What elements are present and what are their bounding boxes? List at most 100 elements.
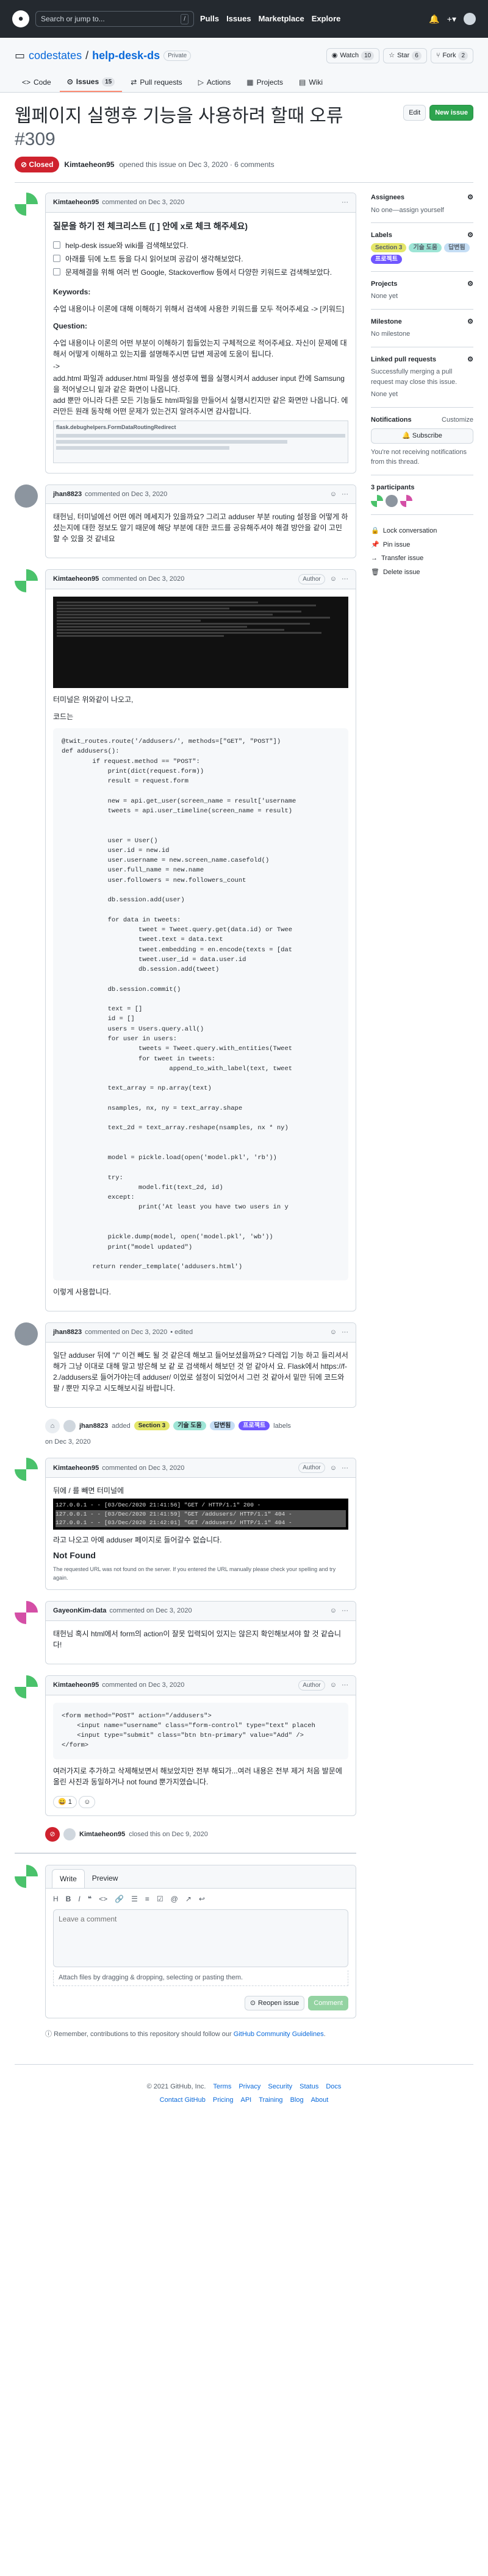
error-screenshot[interactable]: flask.debughelpers.FormDataRoutingRedire… bbox=[53, 420, 348, 463]
comment-textarea[interactable] bbox=[53, 1909, 348, 1968]
label-tech-help[interactable]: 기술 도움 bbox=[409, 243, 442, 252]
gear-icon[interactable]: ⚙ bbox=[467, 355, 473, 365]
avatar[interactable] bbox=[15, 1601, 38, 1625]
mention-icon[interactable]: @ bbox=[171, 1893, 178, 1904]
footer-link-pricing[interactable]: Pricing bbox=[213, 2095, 234, 2106]
label-section-3[interactable]: Section 3 bbox=[371, 243, 407, 252]
plus-icon[interactable]: +▾ bbox=[447, 13, 456, 26]
kebab-icon[interactable]: ··· bbox=[342, 1463, 348, 1474]
kebab-icon[interactable]: ··· bbox=[342, 197, 348, 208]
assignees-heading[interactable]: Assignees bbox=[371, 193, 404, 203]
edit-button[interactable]: Edit bbox=[403, 105, 426, 121]
attach-files[interactable]: Attach files by dragging & dropping, sel… bbox=[53, 1970, 348, 1986]
nav-issues[interactable]: Issues bbox=[226, 13, 251, 25]
gear-icon[interactable]: ⚙ bbox=[467, 230, 473, 241]
footer-link-security[interactable]: Security bbox=[268, 2082, 292, 2092]
reply-icon[interactable]: ↩ bbox=[199, 1893, 205, 1904]
subscribe-button[interactable]: 🔔 Subscribe bbox=[371, 428, 473, 444]
reaction-button[interactable]: 😄 1 bbox=[53, 1795, 77, 1809]
comment-button[interactable]: Comment bbox=[308, 1995, 348, 2011]
tab-code[interactable]: <> Code bbox=[15, 73, 59, 92]
footer-link-docs[interactable]: Docs bbox=[326, 2082, 341, 2092]
pin-issue-button[interactable]: 📌 Pin issue bbox=[371, 540, 473, 550]
comment-date[interactable]: commented on Dec 3, 2020 bbox=[102, 1680, 184, 1691]
checkbox[interactable] bbox=[53, 254, 60, 262]
footer-link-status[interactable]: Status bbox=[300, 2082, 318, 2092]
tab-projects[interactable]: ▦ Projects bbox=[239, 73, 290, 92]
comment-date[interactable]: commented on Dec 3, 2020 bbox=[85, 1327, 167, 1338]
repo-owner-link[interactable]: codestates bbox=[29, 48, 82, 64]
comment-date[interactable]: commented on Dec 3, 2020 bbox=[102, 574, 184, 584]
nav-marketplace[interactable]: Marketplace bbox=[259, 13, 304, 25]
write-tab[interactable]: Write bbox=[52, 1869, 85, 1889]
smiley-icon[interactable]: ☺ bbox=[330, 1463, 337, 1474]
checkbox[interactable] bbox=[53, 241, 60, 249]
comment-date[interactable]: commented on Dec 3, 2020 bbox=[85, 489, 167, 500]
delete-issue-button[interactable]: 🗑 Delete issue bbox=[371, 567, 473, 578]
projects-heading[interactable]: Projects bbox=[371, 279, 397, 289]
comment-author[interactable]: Kimtaeheon95 bbox=[53, 574, 99, 584]
comment-author[interactable]: jhan8823 bbox=[53, 489, 82, 500]
quote-icon[interactable]: ❝ bbox=[88, 1893, 92, 1904]
gear-icon[interactable]: ⚙ bbox=[467, 193, 473, 203]
tab-actions[interactable]: ▷ Actions bbox=[191, 73, 239, 92]
search-input[interactable]: Search or jump to... / bbox=[35, 11, 194, 27]
footer-link-terms[interactable]: Terms bbox=[213, 2082, 231, 2092]
reference-icon[interactable]: ↗ bbox=[185, 1893, 192, 1904]
lock-conversation-button[interactable]: 🔒 Lock conversation bbox=[371, 526, 473, 536]
avatar[interactable] bbox=[15, 484, 38, 508]
issue-author[interactable]: Kimtaeheon95 bbox=[64, 159, 114, 170]
label-section-3[interactable]: Section 3 bbox=[134, 1421, 170, 1431]
label-answered[interactable]: 답변됨 bbox=[444, 243, 470, 252]
tab-issues[interactable]: ⊙ Issues 15 bbox=[59, 73, 123, 92]
avatar[interactable] bbox=[15, 569, 38, 592]
participant-avatar[interactable] bbox=[371, 495, 383, 507]
event-actor[interactable]: jhan8823 bbox=[79, 1421, 108, 1432]
github-logo-icon[interactable]: ● bbox=[12, 10, 29, 27]
label-answered[interactable]: 답변됨 bbox=[209, 1421, 235, 1431]
kebab-icon[interactable]: ··· bbox=[342, 489, 348, 500]
label-project[interactable]: 프로젝트 bbox=[239, 1421, 270, 1431]
bell-icon[interactable]: 🔔 bbox=[429, 13, 439, 26]
ordered-list-icon[interactable]: ≡ bbox=[145, 1893, 149, 1904]
comment-author[interactable]: GayeonKim-data bbox=[53, 1606, 106, 1616]
watch-button[interactable]: ◉ Watch 10 bbox=[326, 48, 380, 63]
actor-avatar[interactable] bbox=[63, 1828, 76, 1841]
nav-pulls[interactable]: Pulls bbox=[200, 13, 219, 25]
gear-icon[interactable]: ⚙ bbox=[467, 279, 473, 289]
comment-author[interactable]: Kimtaeheon95 bbox=[53, 1463, 99, 1474]
gear-icon[interactable]: ⚙ bbox=[467, 317, 473, 327]
nav-explore[interactable]: Explore bbox=[312, 13, 341, 25]
comment-date[interactable]: commented on Dec 3, 2020 bbox=[109, 1606, 192, 1616]
avatar[interactable] bbox=[15, 1675, 38, 1698]
star-button[interactable]: ☆ Star 6 bbox=[383, 48, 427, 63]
checkbox[interactable] bbox=[53, 268, 60, 275]
avatar[interactable] bbox=[15, 193, 38, 216]
add-reaction-button[interactable]: ☺ bbox=[79, 1795, 96, 1809]
terminal-screenshot[interactable] bbox=[53, 597, 348, 688]
milestone-heading[interactable]: Milestone bbox=[371, 317, 402, 327]
participant-avatar[interactable] bbox=[400, 495, 412, 507]
list-icon[interactable]: ☰ bbox=[131, 1893, 138, 1904]
avatar[interactable] bbox=[15, 1322, 38, 1346]
smiley-icon[interactable]: ☺ bbox=[330, 1606, 337, 1616]
tasklist-icon[interactable]: ☑ bbox=[157, 1893, 163, 1904]
footer-link-blog[interactable]: Blog bbox=[290, 2095, 304, 2106]
code-icon[interactable]: <> bbox=[99, 1893, 107, 1904]
label-project[interactable]: 프로젝트 bbox=[371, 254, 402, 264]
avatar[interactable] bbox=[15, 1865, 38, 1889]
comment-date[interactable]: commented on Dec 3, 2020 bbox=[102, 197, 184, 208]
avatar[interactable] bbox=[15, 1458, 38, 1481]
heading-icon[interactable]: H bbox=[53, 1893, 59, 1904]
kebab-icon[interactable]: ··· bbox=[342, 574, 348, 584]
link-icon[interactable]: 🔗 bbox=[115, 1893, 124, 1904]
event-actor[interactable]: Kimtaeheon95 bbox=[79, 1829, 125, 1840]
labels-heading[interactable]: Labels bbox=[371, 230, 392, 241]
comment-author[interactable]: jhan8823 bbox=[53, 1327, 82, 1338]
footer-link-about[interactable]: About bbox=[311, 2095, 329, 2106]
assignees-value[interactable]: No one—assign yourself bbox=[371, 205, 473, 216]
tab-pull-requests[interactable]: ⇄ Pull requests bbox=[123, 73, 189, 92]
bold-icon[interactable]: B bbox=[66, 1893, 71, 1904]
fork-button[interactable]: ⑂ Fork 2 bbox=[430, 48, 473, 63]
kebab-icon[interactable]: ··· bbox=[342, 1680, 348, 1691]
